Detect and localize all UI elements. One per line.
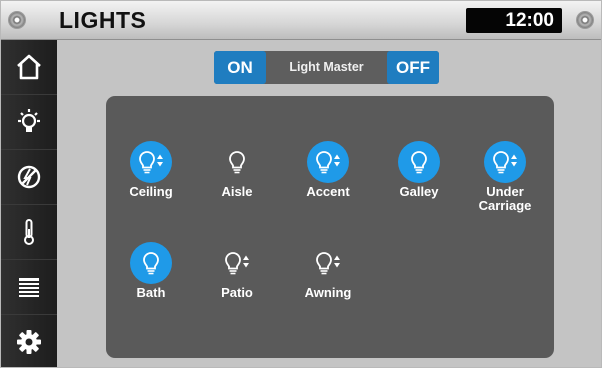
home-icon: [17, 54, 41, 80]
light-galley[interactable]: Galley: [371, 141, 467, 199]
light-label: Ceiling: [129, 184, 173, 199]
master-off-button[interactable]: OFF: [387, 51, 439, 84]
no-power-icon: [17, 165, 41, 189]
light-label: Under Carriage: [478, 184, 532, 213]
light-under-carriage[interactable]: Under Carriage: [457, 141, 553, 213]
screw-icon: [9, 12, 25, 28]
light-label: Awning: [304, 285, 352, 300]
gear-icon: [17, 330, 41, 354]
dimmable-bulb-icon[interactable]: [130, 141, 172, 183]
light-bath[interactable]: Bath: [103, 242, 199, 300]
dimmable-bulb-icon[interactable]: [216, 242, 258, 284]
light-ceiling[interactable]: Ceiling: [103, 141, 199, 199]
light-patio[interactable]: Patio: [189, 242, 285, 300]
master-label: Light Master: [289, 60, 364, 74]
sidebar-item-awning[interactable]: [1, 260, 57, 315]
title-bar: LIGHTS 12:00: [1, 1, 601, 40]
light-accent[interactable]: Accent: [280, 141, 376, 199]
sidebar-item-climate[interactable]: [1, 205, 57, 260]
light-master-control: ON Light Master OFF: [214, 51, 439, 84]
light-label: Galley: [399, 184, 439, 199]
light-label: Aisle: [221, 184, 253, 199]
light-aisle[interactable]: Aisle: [189, 141, 285, 199]
sidebar: [1, 40, 57, 367]
sidebar-item-settings[interactable]: [1, 315, 57, 369]
bulb-icon[interactable]: [130, 242, 172, 284]
clock[interactable]: 12:00: [466, 8, 562, 33]
sidebar-item-power[interactable]: [1, 150, 57, 205]
bulb-icon[interactable]: [398, 141, 440, 183]
master-on-button[interactable]: ON: [214, 51, 266, 84]
dimmable-bulb-icon[interactable]: [484, 141, 526, 183]
sidebar-item-lights[interactable]: [1, 95, 57, 150]
bulb-icon[interactable]: [216, 141, 258, 183]
light-label: Patio: [221, 285, 253, 300]
thermometer-icon: [24, 219, 34, 245]
sidebar-item-home[interactable]: [1, 40, 57, 95]
light-awning[interactable]: Awning: [280, 242, 376, 300]
dimmable-bulb-icon[interactable]: [307, 242, 349, 284]
screw-icon: [577, 12, 593, 28]
page-title: LIGHTS: [59, 7, 147, 33]
screen-frame: LIGHTS 12:00 ON Light Master OFF Ceiling…: [0, 0, 602, 368]
dimmable-bulb-icon[interactable]: [307, 141, 349, 183]
awning-icon: [19, 278, 39, 297]
light-bulb-icon: [18, 109, 40, 132]
light-label: Accent: [306, 184, 350, 199]
lights-panel: Ceiling Aisle Accent Galley Under Carriage Ba…: [106, 96, 554, 358]
light-label: Bath: [136, 285, 166, 300]
